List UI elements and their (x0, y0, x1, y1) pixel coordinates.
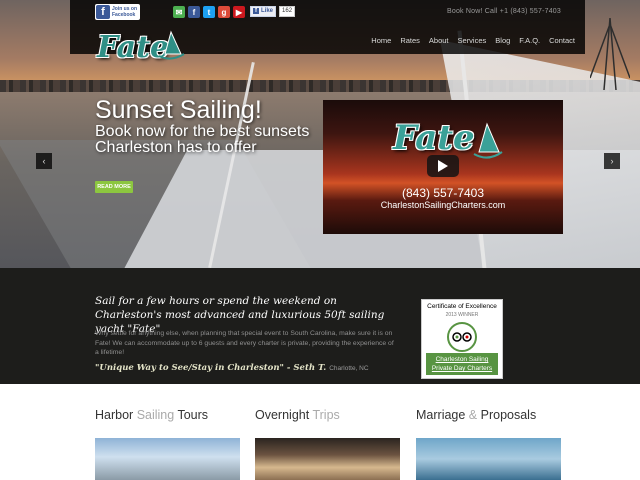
nav-about[interactable]: About (429, 36, 449, 45)
google-plus-icon[interactable]: g (218, 6, 230, 18)
certificate-year: 2013 WINNER (445, 312, 479, 318)
share-icon[interactable]: ✉ (173, 6, 185, 18)
main-nav: Home Rates About Services Blog F.A.Q. Co… (371, 36, 575, 45)
read-more-button[interactable]: READ MORE (95, 181, 133, 193)
social-icons: ✉ f t g ▶ (173, 6, 245, 18)
section-title-part: Proposals (477, 408, 537, 422)
bridge-tower (589, 17, 631, 91)
nav-contact[interactable]: Contact (549, 36, 575, 45)
site-logo[interactable]: Fate (95, 28, 190, 78)
slider-prev-arrow[interactable]: ‹ (36, 153, 52, 169)
certificate-title: Certificate of Excellence (427, 303, 497, 310)
marriage-proposals-thumbnail[interactable] (416, 438, 561, 480)
overnight-trips-thumbnail[interactable] (255, 438, 400, 480)
book-now-phone: Book Now! Call +1 (843) 557-7403 (447, 8, 561, 15)
section-title-light: & (468, 408, 478, 422)
nav-blog[interactable]: Blog (495, 36, 510, 45)
section-title-light: Sailing (136, 408, 175, 422)
section-title-marriage-proposals[interactable]: Marriage & Proposals (416, 408, 536, 422)
video-phone: (843) 557-7403 (401, 186, 485, 200)
play-icon (438, 160, 448, 172)
nav-services[interactable]: Services (458, 36, 487, 45)
quote-location: Charlotte, NC (329, 365, 369, 372)
certificate-link[interactable]: Charleston Sailing Private Day Charters (426, 353, 498, 375)
quote-text: "Unique Way to See/Stay in Charleston" -… (95, 363, 327, 373)
hero-slider: f Join us on Facebook ✉ f t g ▶ f Like 16… (0, 0, 640, 268)
section-title-overnight-trips[interactable]: Overnight Trips (255, 408, 340, 422)
facebook-icon[interactable]: f (188, 6, 200, 18)
promo-video[interactable]: Fate (843) 557-7403 CharlestonSailingCha… (323, 100, 563, 234)
section-title-part: Tours (174, 408, 209, 422)
facebook-icon: f (96, 5, 110, 19)
slider-next-arrow[interactable]: › (604, 153, 620, 169)
tripadvisor-owl-icon (447, 322, 477, 352)
youtube-icon[interactable]: ▶ (233, 6, 245, 18)
like-count: 162 (279, 5, 296, 17)
sailboat-icon (473, 122, 503, 159)
hero-subtitle: Book now for the best sunsets Charleston… (95, 123, 310, 156)
facebook-like-button[interactable]: f Like (250, 5, 277, 17)
section-title-part: Marriage (416, 408, 469, 422)
play-button[interactable] (427, 155, 459, 177)
facebook-like: f Like 162 (250, 5, 296, 17)
video-logo-text: Fate (393, 118, 475, 158)
facebook-join-line2: Facebook (112, 12, 136, 18)
hero-title: Sunset Sailing! (95, 96, 262, 124)
intro-body: Why settle for anything else, when plann… (95, 330, 394, 356)
harbor-tours-thumbnail[interactable] (95, 438, 240, 480)
testimonial-quote: "Unique Way to See/Stay in Charleston" -… (95, 363, 369, 373)
section-title-harbor-tours[interactable]: Harbor Sailing Tours (95, 408, 208, 422)
nav-faq[interactable]: F.A.Q. (519, 36, 540, 45)
like-label: Like (261, 8, 274, 14)
nav-home[interactable]: Home (371, 36, 391, 45)
section-title-light: Trips (312, 408, 340, 422)
facebook-icon: f (253, 8, 259, 14)
tripadvisor-certificate[interactable]: Certificate of Excellence 2013 WINNER Ch… (421, 299, 503, 379)
nav-rates[interactable]: Rates (400, 36, 420, 45)
page: f Join us on Facebook ✉ f t g ▶ f Like 16… (0, 0, 640, 480)
video-site: CharlestonSailingCharters.com (380, 200, 506, 210)
facebook-join-badge[interactable]: f Join us on Facebook (95, 4, 140, 20)
section-title-part: Overnight (255, 408, 313, 422)
sailboat-icon (158, 30, 185, 60)
twitter-icon[interactable]: t (203, 6, 215, 18)
section-title-part: Harbor (95, 408, 137, 422)
